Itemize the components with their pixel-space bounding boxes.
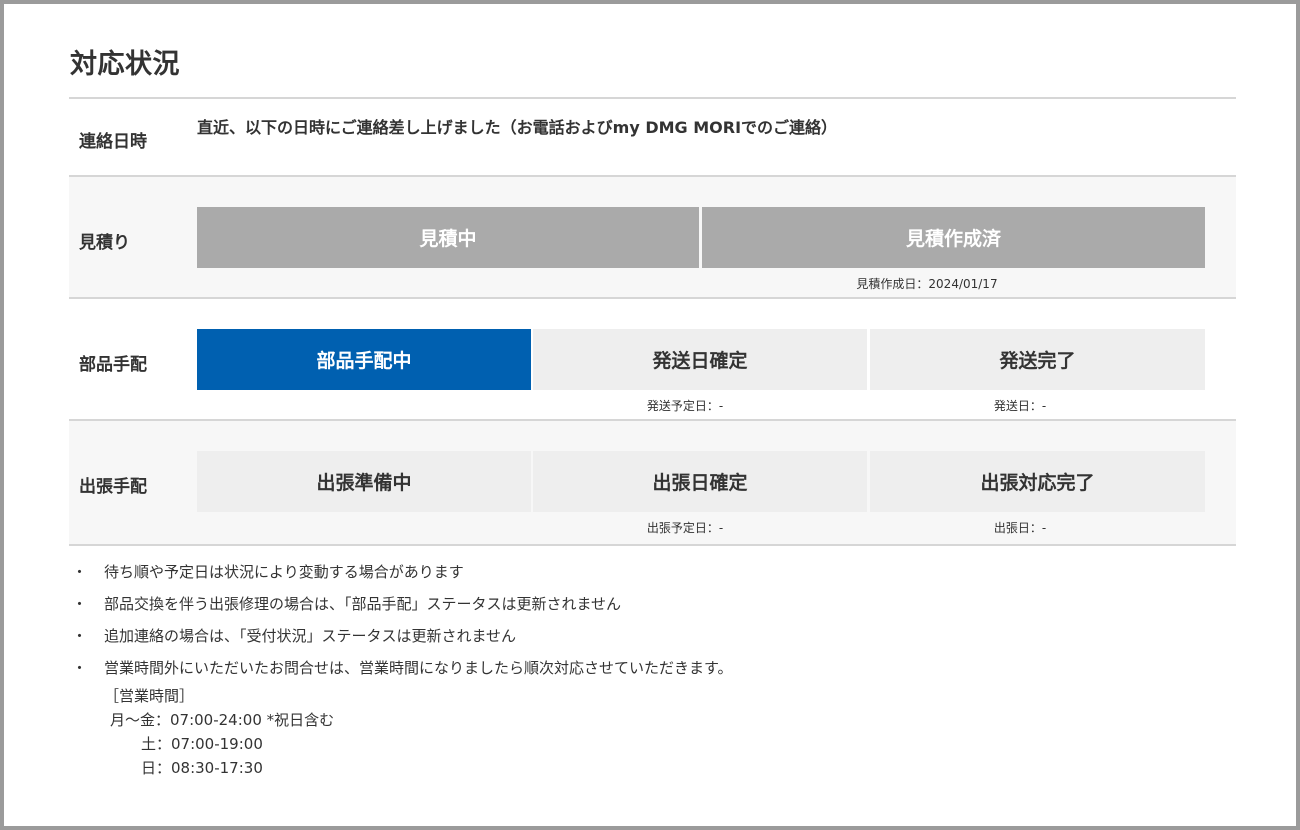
step-estimating: 見積中 — [197, 207, 699, 268]
page-title: 対応状況 — [70, 49, 180, 80]
step-parts-arranging: 部品手配中 — [197, 329, 531, 390]
step-dispatch-completed-label: 出張対応完了 — [980, 472, 1095, 494]
dispatch-label: 出張手配 — [79, 477, 147, 497]
note-text: 追加連絡の場合は、「受付状況」ステータスは更新されません — [104, 627, 517, 645]
business-hours-weekday: 月～金：07:00-24:00 *祝日含む — [110, 711, 335, 729]
note-text: 部品交換を伴う出張修理の場合は、「部品手配」ステータスは更新されません — [104, 595, 622, 613]
estimate-created-date: 見積作成日：2024/01/17 — [856, 277, 998, 291]
step-estimate-created-label: 見積作成済 — [905, 228, 1001, 250]
bullet: ・ — [72, 627, 88, 645]
scheduled-ship-date: 発送予定日：- — [646, 399, 724, 413]
scheduled-dispatch-date: 出張予定日：- — [646, 521, 724, 535]
contact-row: 連絡日時 直近、以下の日時にご連絡差し上げました（お電話およびmy DMG MO… — [69, 97, 1236, 177]
list-item: ・ 待ち順や予定日は状況により変動する場合があります — [72, 561, 733, 593]
table-bottom-divider — [69, 544, 1236, 546]
step-ship-date-confirmed-label: 発送日確定 — [652, 350, 748, 372]
estimate-label: 見積り — [79, 233, 130, 253]
step-estimating-label: 見積中 — [419, 228, 477, 250]
business-hours-saturday: 土：07:00-19:00 — [141, 735, 263, 753]
note-text: 待ち順や予定日は状況により変動する場合があります — [104, 563, 464, 581]
estimate-row: 見積り 見積中 見積作成済 見積作成日：2024/01/17 — [69, 175, 1236, 299]
step-dispatch-preparing-label: 出張準備中 — [316, 472, 412, 494]
status-panel: 対応状況 連絡日時 直近、以下の日時にご連絡差し上げました（お電話およびmy D… — [4, 4, 1296, 826]
dispatch-date: 出張日：- — [993, 521, 1047, 535]
business-hours: ［営業時間］ 月～金：07:00-24:00 *祝日含む 土：07:00-19:… — [100, 684, 334, 780]
step-parts-arranging-label: 部品手配中 — [316, 350, 412, 372]
step-dispatch-date-confirmed: 出張日確定 — [533, 451, 867, 512]
step-shipped-label: 発送完了 — [999, 350, 1076, 372]
dispatch-row: 出張手配 出張準備中 出張日確定 出張対応完了 出張予定日：- 出張日：- — [69, 419, 1236, 544]
bullet: ・ — [72, 595, 88, 613]
contact-label: 連絡日時 — [79, 132, 147, 152]
step-shipped: 発送完了 — [870, 329, 1205, 390]
bullet: ・ — [72, 563, 88, 581]
bullet: ・ — [72, 659, 88, 677]
notes-list: ・ 待ち順や予定日は状況により変動する場合があります ・ 部品交換を伴う出張修理… — [72, 561, 733, 689]
step-ship-date-confirmed: 発送日確定 — [533, 329, 867, 390]
ship-date: 発送日：- — [993, 399, 1047, 413]
step-dispatch-preparing: 出張準備中 — [197, 451, 531, 512]
business-hours-heading: ［営業時間］ — [104, 687, 195, 705]
step-dispatch-completed: 出張対応完了 — [870, 451, 1205, 512]
contact-text: 直近、以下の日時にご連絡差し上げました（お電話およびmy DMG MORIでのご… — [197, 118, 838, 137]
note-text: 営業時間外にいただいたお問合せは、営業時間になりましたら順次対応させていただきま… — [104, 659, 733, 677]
parts-label: 部品手配 — [79, 355, 147, 375]
list-item: ・ 追加連絡の場合は、「受付状況」ステータスは更新されません — [72, 625, 733, 657]
business-hours-sunday: 日：08:30-17:30 — [141, 759, 263, 777]
step-estimate-created: 見積作成済 — [702, 207, 1205, 268]
parts-row: 部品手配 部品手配中 発送日確定 発送完了 発送予定日：- 発送日：- — [69, 297, 1236, 421]
list-item: ・ 部品交換を伴う出張修理の場合は、「部品手配」ステータスは更新されません — [72, 593, 733, 625]
step-dispatch-date-confirmed-label: 出張日確定 — [652, 472, 748, 494]
